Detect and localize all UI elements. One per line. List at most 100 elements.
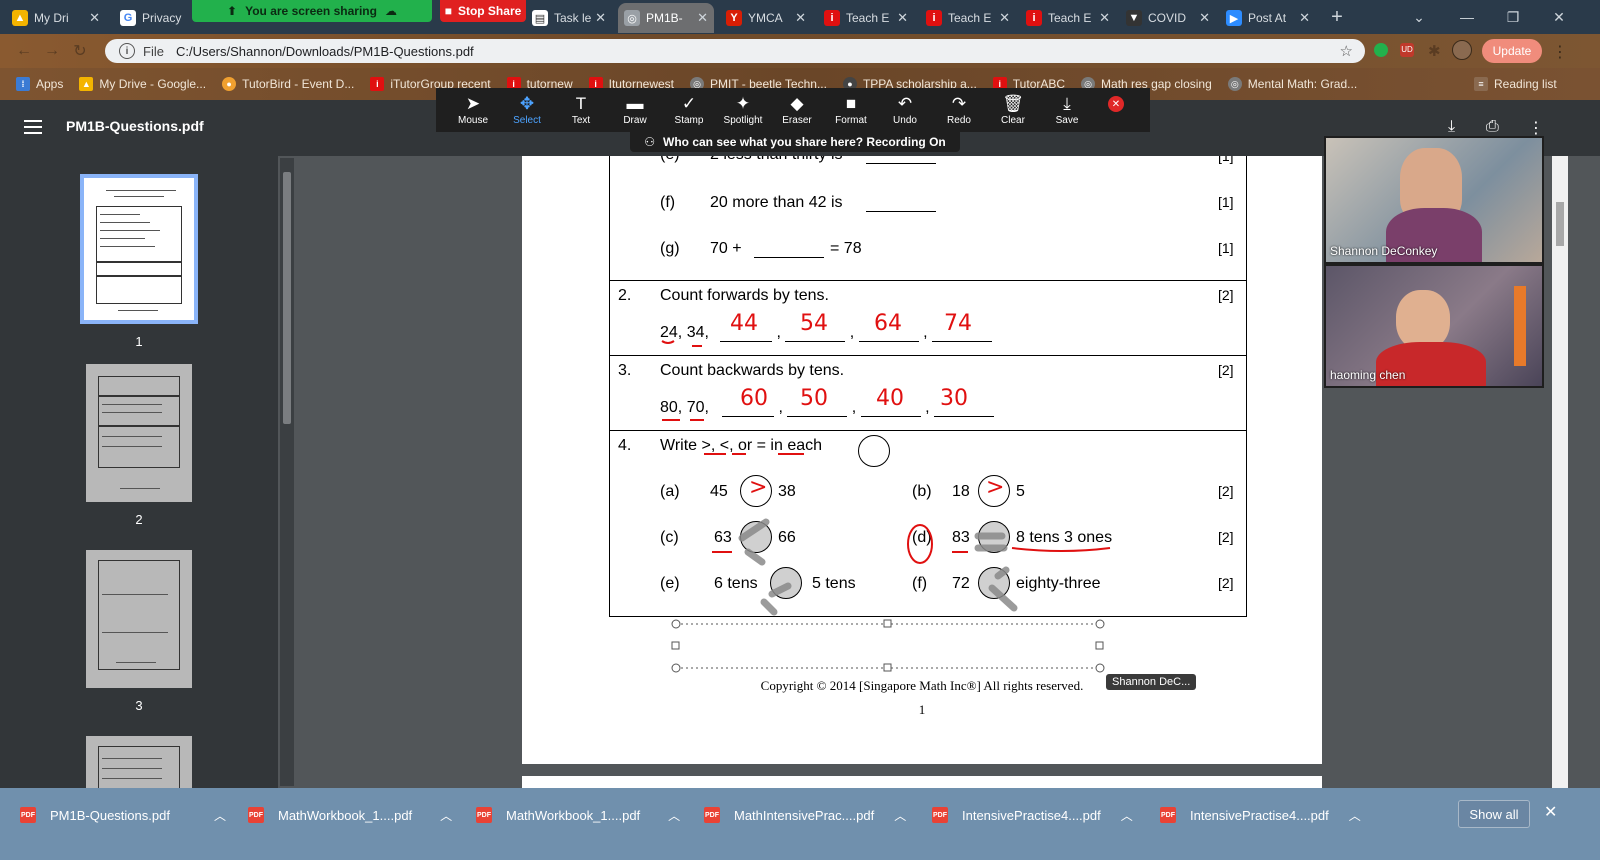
download-item[interactable]: PDF PM1B-Questions.pdf ︿ [20,803,226,827]
tab-task[interactable]: ▤ Task le ✕ [526,3,612,33]
i-icon: i [926,10,942,26]
recording-notice[interactable]: ⚇ Who can see what you share here? Record… [630,132,960,152]
thumbnail-page-4[interactable] [80,736,198,788]
close-icon[interactable]: ✕ [595,10,606,26]
tab-covid[interactable]: ▼ COVID ✕ [1120,3,1216,33]
download-item[interactable]: PDF MathWorkbook_1....pdf ︿ [476,803,680,827]
menu-toggle-icon[interactable] [24,120,42,134]
chevron-up-icon[interactable]: ︿ [668,807,680,824]
zoom-icon: ▶ [1226,10,1242,26]
close-icon[interactable]: ✕ [999,10,1010,26]
tab-pm1b[interactable]: ◎ PM1B- ✕ [618,3,714,33]
tool-label: Format [835,114,867,126]
tool-format[interactable]: ■ Format [824,88,878,132]
video-tile-student[interactable]: haoming chen [1324,264,1544,388]
tab-teach-1[interactable]: i Teach E ✕ [818,3,914,33]
viewer-scroll-thumb[interactable] [1556,202,1564,246]
download-item[interactable]: PDF IntensivePractise4....pdf ︿ [1160,803,1361,827]
avatar[interactable] [1452,40,1472,60]
bookmark-label: TutorBird - Event D... [242,77,355,91]
tool-save[interactable]: ⤓ Save [1040,88,1094,132]
info-icon[interactable]: i [119,43,135,59]
tool-spotlight[interactable]: ✦ Spotlight [716,88,770,132]
close-icon[interactable]: ✕ [697,10,708,26]
tab-post[interactable]: ▶ Post At ✕ [1220,3,1316,33]
tab-privacy[interactable]: G Privacy [114,3,194,33]
address-bar[interactable]: i File C:/Users/Shannon/Downloads/PM1B-Q… [105,39,1365,63]
selection-box[interactable] [671,619,1105,673]
tool-undo[interactable]: ↶ Undo [878,88,932,132]
close-icon[interactable]: ✕ [1199,10,1210,26]
chevron-up-icon[interactable]: ︿ [1349,807,1361,824]
bookmark-item[interactable]: ◎ Mental Math: Grad... [1227,77,1358,91]
back-icon[interactable]: ← [10,42,38,60]
reload-icon[interactable]: ↻ [66,41,94,61]
tool-draw[interactable]: ▬ Draw [608,88,662,132]
url-text[interactable]: C:/Users/Shannon/Downloads/PM1B-Question… [176,44,474,59]
thumbnail-page-3[interactable]: 3 [80,550,198,713]
more-options-icon[interactable]: ⋮ [1528,118,1544,138]
download-item[interactable]: PDF MathWorkbook_1....pdf ︿ [248,803,452,827]
tab-teach-3[interactable]: i Teach E ✕ [1020,3,1116,33]
bookmark-apps[interactable]: ⁞ Apps [16,77,63,91]
restore-icon[interactable]: ❐ [1490,0,1536,34]
close-icon[interactable]: ✕ [897,10,908,26]
annotator-name-tooltip: Shannon DeC... [1106,674,1197,690]
tool-redo[interactable]: ↷ Redo [932,88,986,132]
tool-clear[interactable]: 🗑 Clear [986,88,1040,132]
thumbnail-image [86,364,192,502]
page-number: 3 [135,698,143,713]
bookmark-star-icon[interactable]: ☆ [1340,42,1353,60]
bookmark-item[interactable]: ● TutorBird - Event D... [222,77,354,91]
close-icon[interactable]: ✕ [1299,10,1310,26]
thumbnail-page-2[interactable]: 2 [80,364,198,527]
new-tab-button[interactable]: + [1322,0,1352,34]
chevron-up-icon[interactable]: ︿ [440,807,452,824]
tab-label: COVID [1148,11,1187,25]
tab-teach-2[interactable]: i Teach E ✕ [920,3,1016,33]
tab-my-drive[interactable]: ▲ My Dri ✕ [6,3,106,33]
tool-mouse[interactable]: ➤ Mouse [446,88,500,132]
sidebar-scrollbar[interactable] [280,158,294,786]
chevron-up-icon[interactable]: ︿ [894,807,906,824]
viewer-scrollbar[interactable] [1552,156,1568,788]
tab-search-icon[interactable]: ⌄ [1396,0,1442,34]
tool-stamp[interactable]: ✓ Stamp [662,88,716,132]
tab-ymca[interactable]: Y YMCA ✕ [720,3,812,33]
close-annotation-icon[interactable]: ✕ [1108,96,1124,112]
print-icon[interactable]: ⎙ [1486,118,1499,136]
close-icon[interactable]: ✕ [1099,10,1110,26]
minimize-icon[interactable]: — [1444,0,1490,34]
download-icon[interactable]: ⤓ [1448,118,1455,136]
menu-icon[interactable]: ⋮ [1552,42,1568,62]
forward-icon[interactable]: → [38,42,66,60]
ublock-icon[interactable]: UD [1400,43,1414,57]
sidebar-scroll-thumb[interactable] [283,172,291,424]
video-tile-host[interactable]: Shannon DeConkey [1324,136,1544,264]
tool-eraser[interactable]: ◆ Eraser [770,88,824,132]
recording-notice-text: Who can see what you share here? Recordi… [663,135,946,149]
tab-label: Task le [554,11,592,25]
extension-icon[interactable] [1374,43,1388,57]
tool-select[interactable]: ✥ Select [500,88,554,132]
stop-share-button[interactable]: ■ Stop Share [440,0,526,22]
tool-text[interactable]: T Text [554,88,608,132]
bookmark-label: Mental Math: Grad... [1247,77,1358,91]
screen-sharing-indicator[interactable]: ⬆ You are screen sharing ☁ [192,0,432,22]
close-downloads-icon[interactable]: ✕ [1544,802,1557,822]
chevron-up-icon[interactable]: ︿ [1121,807,1133,824]
update-button[interactable]: Update [1482,39,1542,63]
puzzle-icon[interactable]: ✱ [1428,42,1441,60]
download-item[interactable]: PDF MathIntensivePrac....pdf ︿ [704,803,906,827]
i-icon: i [1026,10,1042,26]
show-all-button[interactable]: Show all [1458,800,1530,828]
bookmark-item[interactable]: ▲ My Drive - Google... [79,77,206,91]
reading-list[interactable]: ≡ Reading list [1474,77,1557,91]
download-item[interactable]: PDF IntensivePractise4....pdf ︿ [932,803,1133,827]
close-icon[interactable]: ✕ [89,10,100,26]
thumbnail-page-1[interactable]: 1 [80,174,198,349]
window-close-icon[interactable]: ✕ [1536,0,1582,34]
bookmark-label: Apps [36,77,64,91]
chevron-up-icon[interactable]: ︿ [214,807,226,824]
close-icon[interactable]: ✕ [795,10,806,26]
